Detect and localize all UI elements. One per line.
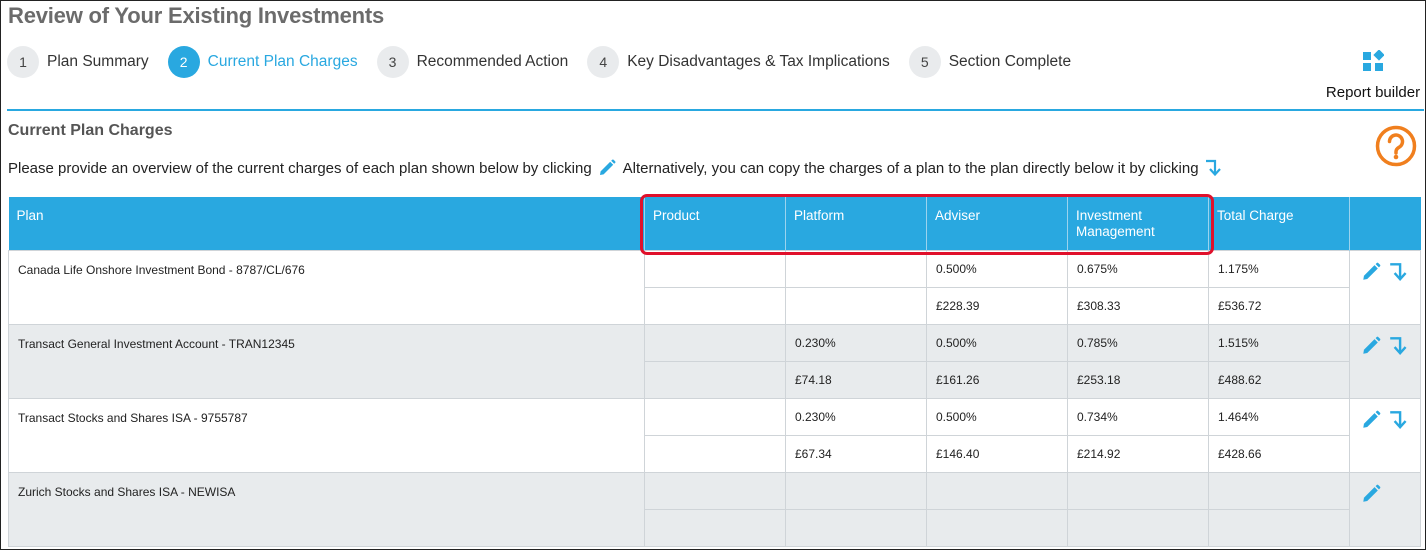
product-percent-cell (644, 323, 786, 362)
row-actions-cell (1349, 471, 1421, 547)
step-number: 4 (587, 46, 620, 78)
total-charge-amount-cell: £428.66 (1208, 434, 1350, 473)
step-number: 1 (7, 46, 39, 78)
total-charge-percent-cell: 1.515% (1208, 323, 1350, 362)
column-header-product: Product (644, 197, 786, 250)
step-number: 2 (167, 46, 200, 78)
investment-management-percent-cell: 0.675% (1067, 249, 1209, 288)
investment-management-amount-cell: £308.33 (1067, 286, 1209, 325)
total-charge-percent-cell (1208, 471, 1350, 510)
step-number: 3 (376, 46, 409, 78)
plan-name-cell: Zurich Stocks and Shares ISA - NEWISA (8, 471, 645, 547)
adviser-amount-cell: £228.39 (926, 286, 1068, 325)
product-amount-cell (644, 286, 786, 325)
total-charge-percent-cell: 1.464% (1208, 397, 1350, 436)
plan-name-cell: Transact Stocks and Shares ISA - 9755787 (8, 397, 645, 473)
instructions-text: Please provide an overview of the curren… (8, 158, 1230, 178)
plan-name-cell: Canada Life Onshore Investment Bond - 87… (8, 249, 645, 325)
platform-amount-cell (785, 508, 927, 547)
copy-down-arrow-icon[interactable] (1388, 335, 1410, 357)
column-header-total-charge: Total Charge (1208, 197, 1350, 250)
adviser-amount-cell (926, 508, 1068, 547)
plan-name-cell: Transact General Investment Account - TR… (8, 323, 645, 399)
column-header-adviser: Adviser (926, 197, 1068, 250)
step-3-recommended-action[interactable]: 3 Recommended Action (376, 46, 569, 78)
platform-percent-cell (785, 249, 927, 288)
table-row: Zurich Stocks and Shares ISA - NEWISA (8, 471, 1421, 547)
step-label: Recommended Action (416, 53, 569, 70)
investment-management-percent-cell (1067, 471, 1209, 510)
total-charge-amount-cell: £488.62 (1208, 360, 1350, 399)
table-row: Canada Life Onshore Investment Bond - 87… (8, 249, 1421, 325)
plan-charges-table: Plan Product Platform Adviser Investment… (8, 197, 1421, 547)
product-percent-cell (644, 471, 786, 510)
investment-management-percent-cell: 0.785% (1067, 323, 1209, 362)
product-percent-cell (644, 397, 786, 436)
page-title: Review of Your Existing Investments (8, 3, 385, 28)
step-label: Current Plan Charges (207, 53, 358, 70)
help-icon[interactable] (1374, 124, 1418, 168)
section-title: Current Plan Charges (8, 122, 173, 139)
step-4-key-disadvantages[interactable]: 4 Key Disadvantages & Tax Implications (587, 46, 890, 78)
step-1-plan-summary[interactable]: 1 Plan Summary (7, 46, 149, 78)
product-amount-cell (644, 508, 786, 547)
platform-amount-cell: £67.34 (785, 434, 927, 473)
total-charge-amount-cell (1208, 508, 1350, 547)
step-number: 5 (908, 46, 941, 78)
pencil-icon (599, 159, 616, 175)
step-2-current-plan-charges[interactable]: 2 Current Plan Charges (167, 46, 358, 78)
platform-amount-cell (785, 286, 927, 325)
adviser-percent-cell: 0.500% (926, 323, 1068, 362)
copy-down-arrow-icon[interactable] (1388, 261, 1410, 283)
platform-percent-cell (785, 471, 927, 510)
investment-management-amount-cell (1067, 508, 1209, 547)
table-row: Transact Stocks and Shares ISA - 9755787… (8, 397, 1421, 473)
investment-management-percent-cell: 0.734% (1067, 397, 1209, 436)
adviser-percent-cell: 0.500% (926, 397, 1068, 436)
column-header-actions (1349, 197, 1421, 250)
copy-down-arrow-icon (1205, 159, 1221, 177)
table-header-row: Plan Product Platform Adviser Investment… (8, 197, 1421, 250)
platform-amount-cell: £74.18 (785, 360, 927, 399)
column-header-platform: Platform (785, 197, 927, 250)
platform-percent-cell: 0.230% (785, 323, 927, 362)
header-divider (7, 109, 1424, 111)
step-5-section-complete[interactable]: 5 Section Complete (908, 46, 1072, 78)
investment-management-amount-cell: £253.18 (1067, 360, 1209, 399)
total-charge-amount-cell: £536.72 (1208, 286, 1350, 325)
adviser-percent-cell: 0.500% (926, 249, 1068, 288)
investment-management-amount-cell: £214.92 (1067, 434, 1209, 473)
report-builder-icon (1363, 50, 1384, 71)
edit-pencil-icon[interactable] (1360, 409, 1382, 431)
column-header-plan: Plan (8, 197, 645, 250)
product-percent-cell (644, 249, 786, 288)
row-actions-cell (1349, 323, 1421, 399)
row-actions-cell (1349, 249, 1421, 325)
adviser-amount-cell: £146.40 (926, 434, 1068, 473)
step-label: Plan Summary (47, 53, 149, 70)
column-header-investment-management: Investment Management (1067, 197, 1209, 250)
platform-percent-cell: 0.230% (785, 397, 927, 436)
adviser-percent-cell (926, 471, 1068, 510)
copy-down-arrow-icon[interactable] (1388, 409, 1410, 431)
edit-pencil-icon[interactable] (1360, 335, 1382, 357)
instruction-part-1: Please provide an overview of the curren… (8, 159, 592, 177)
row-actions-cell (1349, 397, 1421, 473)
report-builder-button[interactable]: Report builder (1320, 50, 1426, 102)
product-amount-cell (644, 360, 786, 399)
step-label: Section Complete (948, 53, 1072, 70)
table-row: Transact General Investment Account - TR… (8, 323, 1421, 399)
adviser-amount-cell: £161.26 (926, 360, 1068, 399)
total-charge-percent-cell: 1.175% (1208, 249, 1350, 288)
report-builder-label: Report builder (1325, 84, 1421, 101)
step-navigation: 1 Plan Summary 2 Current Plan Charges 3 … (7, 46, 1090, 78)
step-label: Key Disadvantages & Tax Implications (627, 53, 890, 70)
product-amount-cell (644, 434, 786, 473)
instruction-part-2: Alternatively, you can copy the charges … (622, 159, 1199, 177)
edit-pencil-icon[interactable] (1360, 261, 1382, 283)
edit-pencil-icon[interactable] (1360, 483, 1382, 505)
